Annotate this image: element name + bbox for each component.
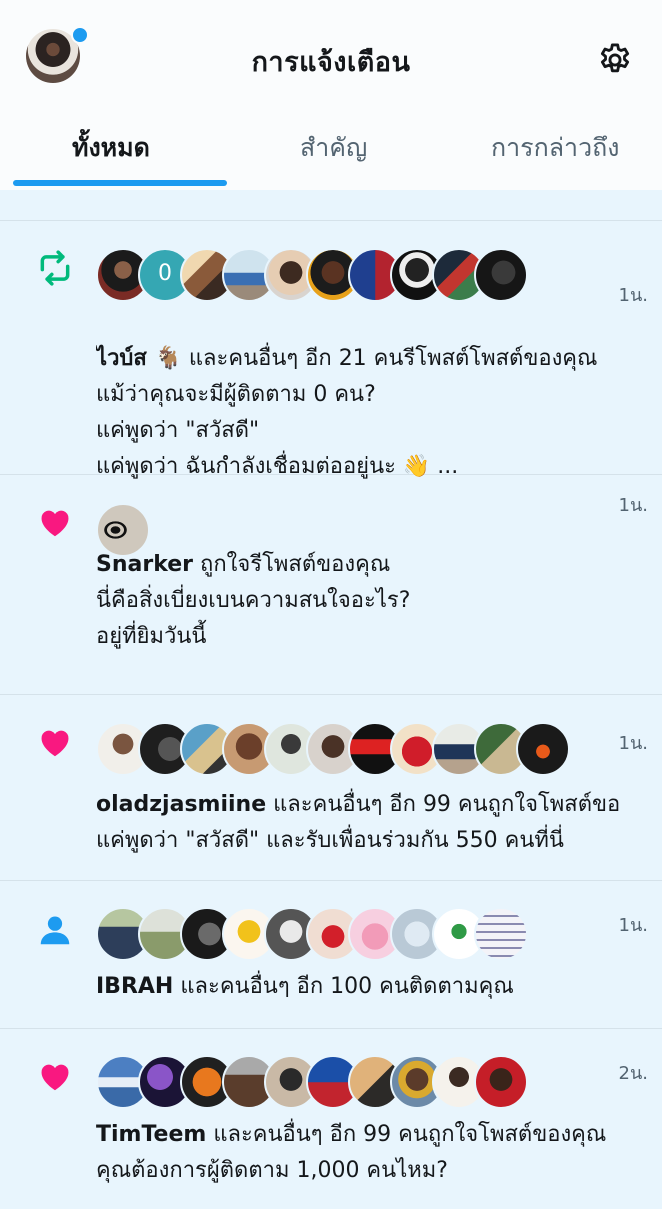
user-name[interactable]: IBRAH: [96, 974, 173, 999]
avatar-stack: 0: [96, 248, 528, 302]
post-preview-line: แม้ว่าคุณจะมีผู้ติดตาม 0 คน?: [96, 382, 376, 407]
notification-list: 0 1น. ไวบ์ส 🐐 และคนอื่นๆ อีก 21 คนรีโพสต…: [0, 190, 662, 1209]
notification-time: 1น.: [618, 495, 648, 516]
user-name[interactable]: oladzjasmiine: [96, 792, 266, 817]
settings-gear-icon[interactable]: [596, 41, 634, 79]
post-preview-line: นี่คือสิ่งเบี่ยงเบนความสนใจอะไร?: [96, 588, 411, 613]
avatar[interactable]: [474, 1055, 528, 1109]
retweet-icon: [40, 250, 70, 286]
heart-icon: [41, 730, 69, 757]
notification-action: และคนอื่นๆ อีก 21 คนรีโพสต์โพสต์ของคุณ: [181, 346, 598, 371]
active-tab-indicator: [13, 180, 227, 186]
notification-like[interactable]: 2น. TimTeem และคนอื่นๆ อีก 99 คนถูกใจโพส…: [0, 1029, 662, 1209]
post-preview-line: แค่พูดว่า "สวัสดี" และรับเพื่อนร่วมกัน 5…: [96, 828, 564, 853]
notification-time: 2น.: [618, 1063, 648, 1084]
tab-verified[interactable]: สำคัญ: [300, 128, 367, 168]
notification-action: และคนอื่นๆ อีก 99 คนถูกใจโพสต์ขอ: [266, 792, 621, 817]
top-bar: การแจ้งเตือน ทั้งหมด สำคัญ การกล่าวถึง: [0, 0, 662, 190]
heart-icon: [41, 510, 69, 537]
user-name[interactable]: ไวบ์ส 🐐: [96, 346, 182, 371]
notification-time: 1น.: [618, 285, 648, 306]
page-title: การแจ้งเตือน: [251, 47, 411, 78]
notification-time: 1น.: [618, 733, 648, 754]
notification-text: TimTeem และคนอื่นๆ อีก 99 คนถูกใจโพสต์ขอ…: [96, 1117, 656, 1189]
tab-all[interactable]: ทั้งหมด: [72, 128, 150, 168]
post-preview-line: แค่พูดว่า "สวัสดี": [96, 418, 260, 443]
avatar-stack: [96, 722, 570, 776]
notification-like[interactable]: 1น. oladzjasmiine และคนอื่นๆ อีก 99 คนถู…: [0, 695, 662, 881]
notification-text: oladzjasmiine และคนอื่นๆ อีก 99 คนถูกใจโ…: [96, 787, 656, 859]
notification-action: และคนอื่นๆ อีก 100 คนติดตามคุณ: [173, 974, 514, 999]
avatar-stack: [96, 907, 528, 961]
notification-action: ถูกใจรีโพสต์ของคุณ: [193, 552, 391, 577]
tab-mentions[interactable]: การกล่าวถึง: [491, 128, 619, 168]
post-preview-line: คุณต้องการผู้ติดตาม 1,000 คนไหม?: [96, 1158, 448, 1183]
notification-follow[interactable]: 1น. IBRAH และคนอื่นๆ อีก 100 คนติดตามคุณ: [0, 881, 662, 1029]
notification-action: และคนอื่นๆ อีก 99 คนถูกใจโพสต์ของคุณ: [206, 1122, 607, 1147]
avatar[interactable]: [474, 907, 528, 961]
notification-like[interactable]: 1น. Snarker ถูกใจรีโพสต์ของคุณ นี่คือสิ่…: [0, 475, 662, 695]
notification-text: IBRAH และคนอื่นๆ อีก 100 คนติดตามคุณ: [96, 969, 656, 1005]
avatar-stack: [96, 1055, 528, 1109]
heart-icon: [41, 1064, 69, 1091]
notification-text: ไวบ์ส 🐐 และคนอื่นๆ อีก 21 คนรีโพสต์โพสต์…: [96, 341, 656, 485]
notification-text: Snarker ถูกใจรีโพสต์ของคุณ นี่คือสิ่งเบี…: [96, 547, 656, 655]
avatar[interactable]: [474, 248, 528, 302]
avatar[interactable]: [516, 722, 570, 776]
notification-retweet[interactable]: 0 1น. ไวบ์ส 🐐 และคนอื่นๆ อีก 21 คนรีโพสต…: [0, 221, 662, 479]
list-top-divider: [0, 190, 662, 221]
user-name[interactable]: TimTeem: [96, 1122, 206, 1147]
notification-time: 1น.: [618, 915, 648, 936]
user-name[interactable]: Snarker: [96, 552, 193, 577]
post-preview-line: อยู่ที่ยิมวันนี้: [96, 624, 207, 649]
person-icon: [40, 916, 70, 945]
